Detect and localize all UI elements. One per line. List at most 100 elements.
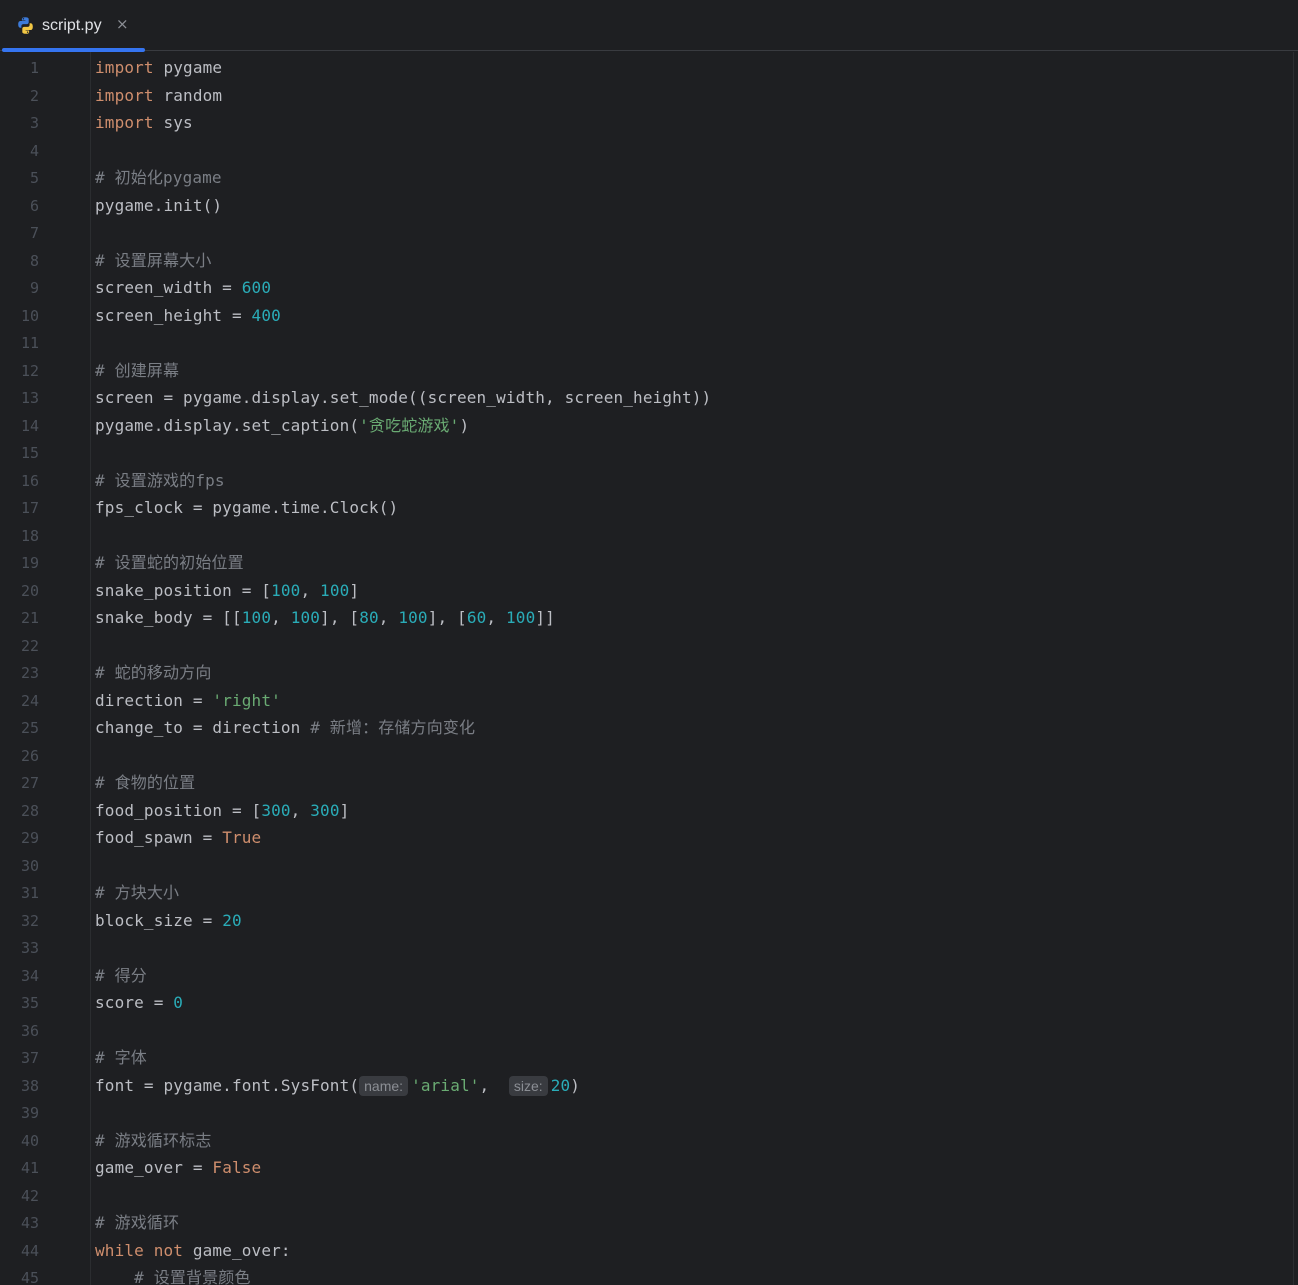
code-token: food_spawn = xyxy=(95,828,223,847)
code-line[interactable]: import sys xyxy=(95,113,193,133)
code-comment: # 得分 xyxy=(95,965,147,985)
code-line[interactable]: # 游戏循环标志 xyxy=(95,1131,211,1151)
code-token: fps_clock = pygame.time.Clock() xyxy=(95,498,399,517)
code-comment: # 蛇的移动方向 xyxy=(95,663,212,682)
code-token: ], [ xyxy=(427,608,467,627)
tab-script-py[interactable]: script.py × xyxy=(0,0,145,52)
close-icon[interactable]: × xyxy=(116,14,129,34)
code-comment: # 设置蛇的初始位置 xyxy=(95,553,244,572)
code-token: direction = xyxy=(95,690,213,710)
code-token: screen_height = xyxy=(95,305,252,325)
code-token: font = pygame.font.SysFont( xyxy=(95,1075,360,1095)
code-token: ] xyxy=(349,580,360,600)
code-line[interactable]: fps_clock = pygame.time.Clock() xyxy=(95,498,398,518)
tab-filename: script.py xyxy=(42,17,102,34)
code-line[interactable]: snake_body = [[100, 100], [80, 100], [60… xyxy=(95,608,555,628)
line-number: 18 xyxy=(20,526,39,545)
line-number: 20 xyxy=(20,581,39,600)
code-token: import xyxy=(95,85,154,105)
code-line[interactable]: # 蛇的移动方向 xyxy=(95,663,211,683)
code-line[interactable]: # 初始化pygame xyxy=(95,168,222,188)
line-number: 33 xyxy=(20,939,39,957)
code-line[interactable]: screen_width = 600 xyxy=(95,278,271,298)
code-token: 400 xyxy=(251,305,281,325)
code-line[interactable]: food_spawn = True xyxy=(95,828,261,848)
line-number: 41 xyxy=(20,1159,39,1177)
code-line[interactable]: # 创建屏幕 xyxy=(95,361,179,381)
code-line[interactable]: food_position = [300, 300] xyxy=(95,801,349,821)
code-line[interactable]: screen = pygame.display.set_mode((screen… xyxy=(95,388,711,408)
code-token: snake_position = [ xyxy=(95,580,272,600)
code-comment: # 游戏循环标志 xyxy=(95,1130,212,1150)
code-comment: # 食物的位置 xyxy=(95,773,196,792)
parameter-hint: size: xyxy=(508,1075,548,1096)
line-number: 1 xyxy=(29,59,39,77)
code-line[interactable]: while not game_over: xyxy=(95,1241,291,1261)
line-number: 30 xyxy=(20,856,39,875)
code-line[interactable]: # 食物的位置 xyxy=(95,773,195,793)
code-token: 100 xyxy=(290,608,321,627)
code-token: 100 xyxy=(241,608,272,627)
code-token: 300 xyxy=(261,800,291,820)
code-line[interactable]: # 设置蛇的初始位置 xyxy=(95,553,244,573)
code-text-area[interactable]: import pygame import random import sys # 初始… xyxy=(90,52,1291,1285)
line-number: 42 xyxy=(20,1186,39,1205)
code-token: ) xyxy=(459,415,470,435)
code-comment: # 初始化pygame xyxy=(95,168,222,187)
code-token: , xyxy=(486,608,506,627)
code-line[interactable]: # 字体 xyxy=(95,1048,147,1068)
code-token: 100 xyxy=(506,608,536,627)
python-icon xyxy=(16,16,35,35)
code-line[interactable]: import pygame xyxy=(95,58,222,78)
code-token: 'right' xyxy=(212,690,281,710)
line-number: 38 xyxy=(20,1076,39,1095)
code-line[interactable]: # 设置屏幕大小 xyxy=(95,251,211,271)
code-comment: # 字体 xyxy=(95,1048,147,1067)
code-line[interactable]: # 设置背景颜色 xyxy=(95,1268,251,1285)
code-line[interactable]: screen_height = 400 xyxy=(95,306,281,326)
line-number: 7 xyxy=(29,224,39,242)
code-token: ], [ xyxy=(320,608,360,627)
code-line[interactable]: change_to = direction # 新增：存储方向变化 xyxy=(95,718,475,738)
code-token: while xyxy=(95,1240,144,1260)
code-comment: # 设置背景颜色 xyxy=(134,1268,251,1285)
code-line[interactable]: score = 0 xyxy=(95,993,183,1013)
code-line[interactable]: # 游戏循环 xyxy=(95,1213,179,1233)
code-line[interactable]: # 方块大小 xyxy=(95,883,179,903)
code-line[interactable]: game_over = False xyxy=(95,1158,261,1178)
code-token: pygame.display.set_caption( xyxy=(95,415,360,435)
code-token: ) xyxy=(570,1075,581,1095)
code-comment: # 设置屏幕大小 xyxy=(95,250,212,270)
code-token: , xyxy=(290,800,311,820)
code-line[interactable]: block_size = 20 xyxy=(95,911,242,931)
code-token: 100 xyxy=(320,580,350,600)
code-token: screen_width = xyxy=(95,278,242,297)
code-token: , xyxy=(271,608,291,627)
code-token: 80 xyxy=(359,608,379,627)
code-token: 20 xyxy=(222,910,242,930)
code-line[interactable]: # 得分 xyxy=(95,966,147,986)
code-line[interactable]: # 设置游戏的fps xyxy=(95,471,225,491)
line-number: 29 xyxy=(20,829,39,847)
line-number: 34 xyxy=(20,966,39,985)
line-number: 17 xyxy=(20,499,39,517)
code-line[interactable]: direction = 'right' xyxy=(95,691,281,711)
editor-tab-bar: script.py × xyxy=(0,0,1298,52)
line-number: 19 xyxy=(20,554,39,572)
parameter-hint: name: xyxy=(359,1075,409,1096)
line-number: 32 xyxy=(20,911,39,930)
line-number: 25 xyxy=(20,719,39,737)
code-token: ]] xyxy=(535,608,555,627)
code-line[interactable]: import random xyxy=(95,86,222,106)
code-token: 100 xyxy=(398,608,428,627)
code-line[interactable]: pygame.init() xyxy=(95,196,222,216)
code-token: screen = pygame.display.set_mode((screen… xyxy=(95,388,712,407)
code-line[interactable]: font = pygame.font.SysFont(name:'arial',… xyxy=(95,1075,581,1096)
code-line[interactable]: pygame.display.set_caption('贪吃蛇游戏') xyxy=(95,416,469,436)
code-token: , xyxy=(378,608,399,627)
code-token: change_to = direction xyxy=(95,718,311,737)
code-token: ] xyxy=(339,800,350,820)
code-token: 0 xyxy=(173,993,184,1012)
code-line[interactable]: snake_position = [100, 100] xyxy=(95,581,359,601)
